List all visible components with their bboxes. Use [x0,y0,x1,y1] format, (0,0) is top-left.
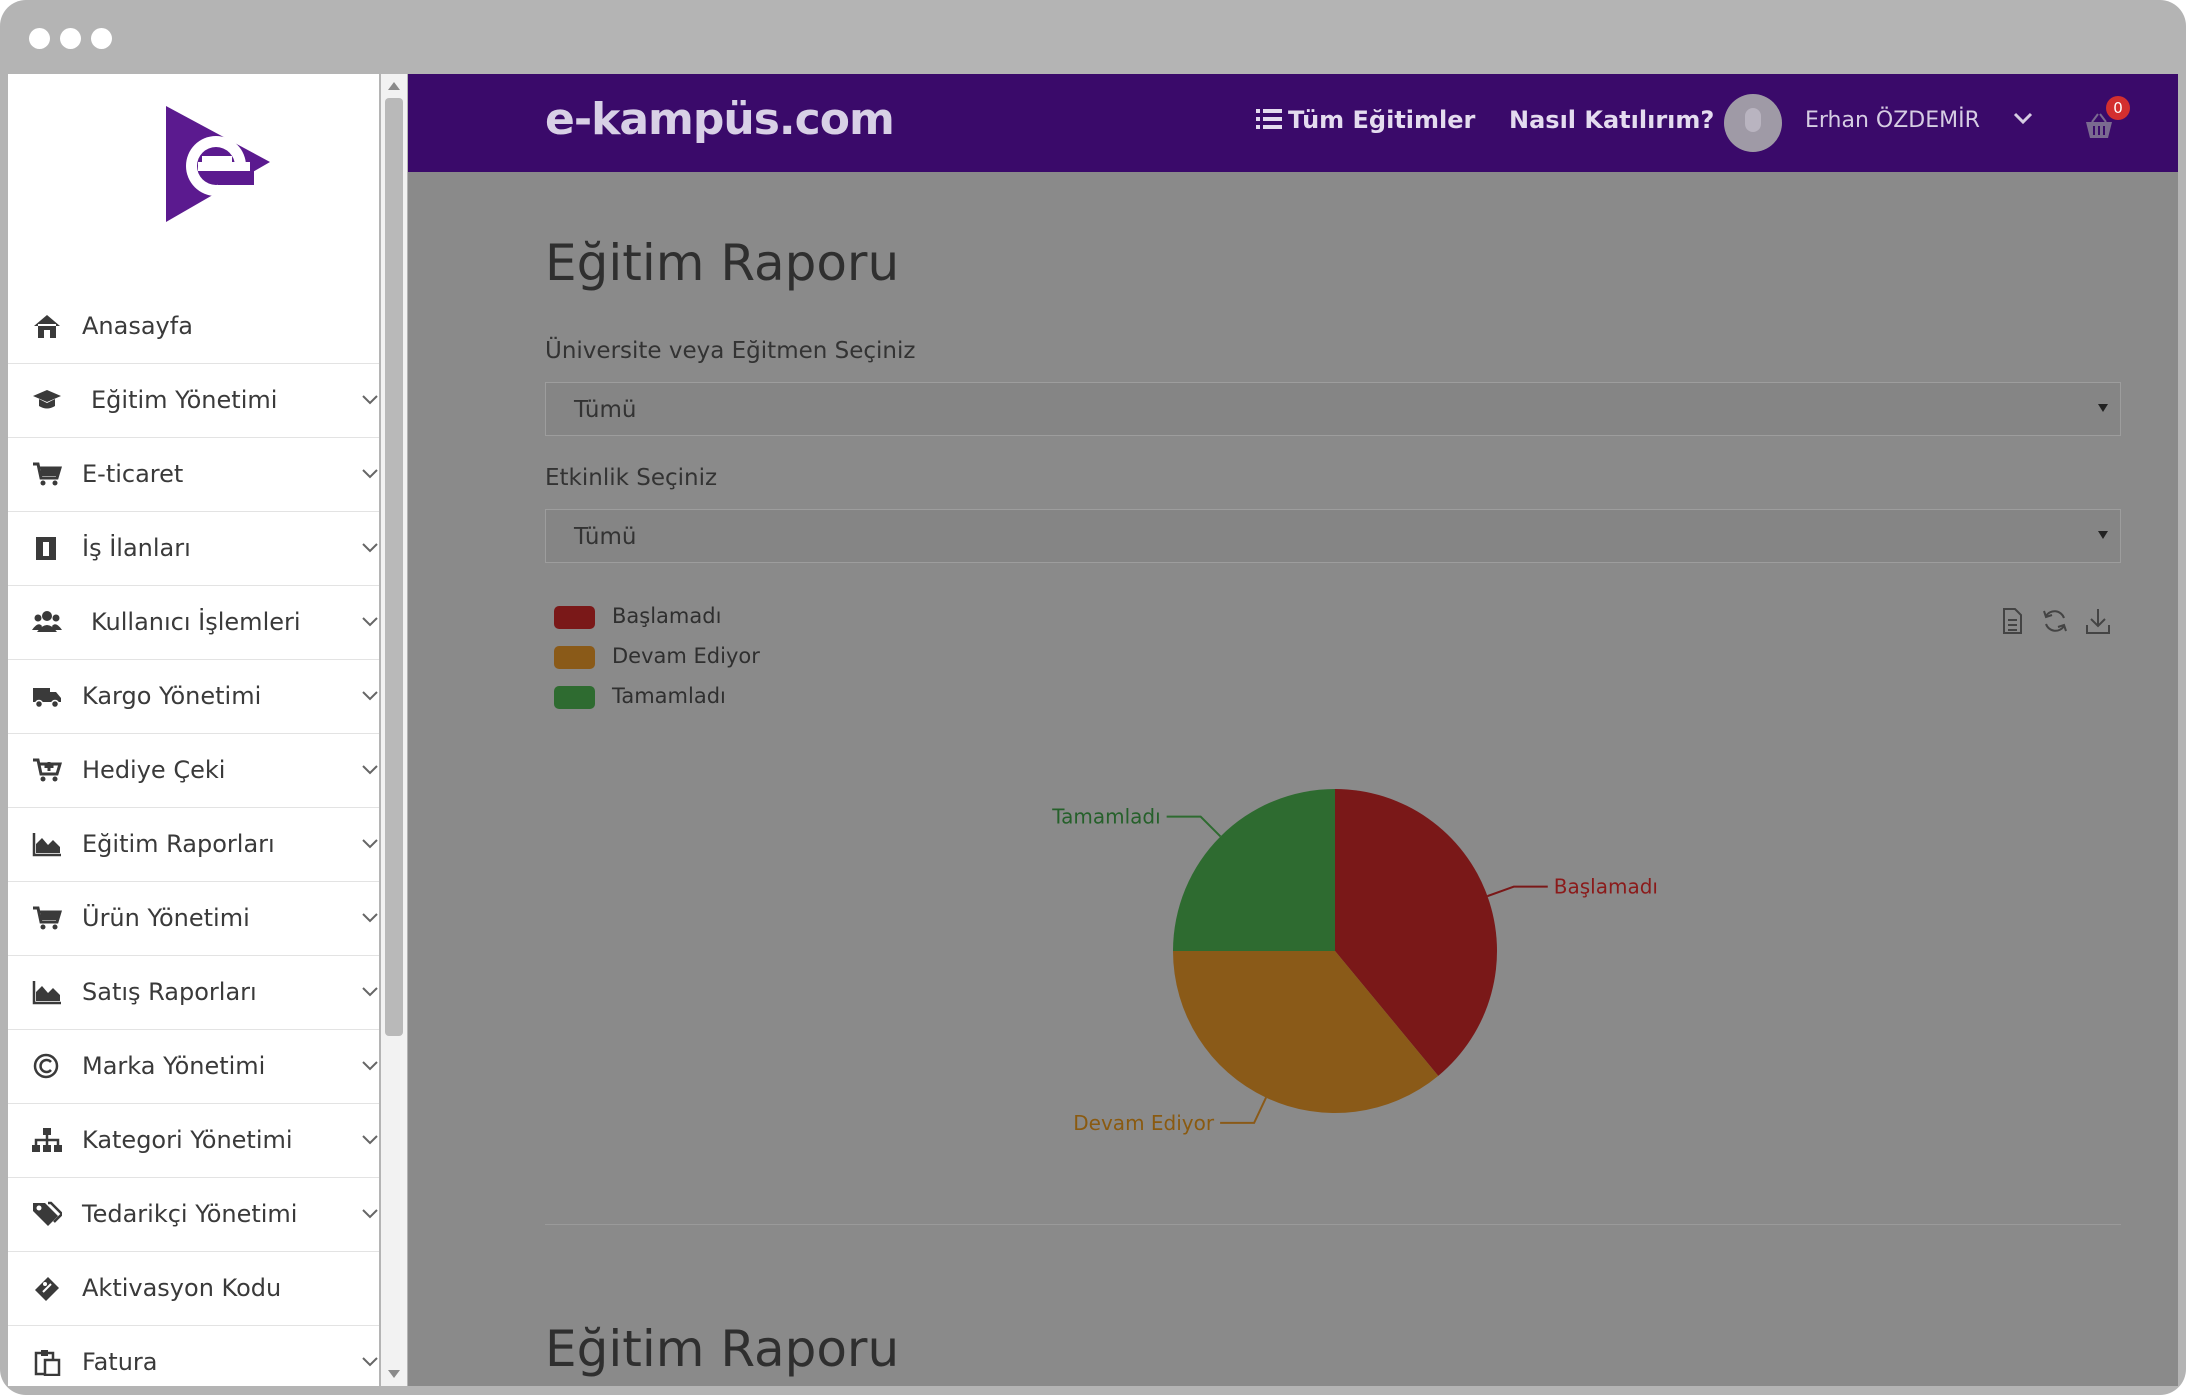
sidebar-item-label: Ürün Yönetimi [82,904,250,932]
label-line [1220,1097,1267,1124]
clipboard-icon [34,1350,61,1376]
chevron-down-icon[interactable] [2013,112,2033,126]
sidebar-item[interactable]: Kategori Yönetimi [8,1104,379,1178]
sidebar-item[interactable]: Satış Raporları [8,956,379,1030]
sidebar-item[interactable]: Kullanıcı İşlemleri [8,586,379,660]
chevron-down-icon[interactable] [362,542,378,554]
sidebar-scrollbar[interactable] [381,74,407,1386]
label-line [1487,885,1548,898]
sidebar-item[interactable]: Fatura [8,1326,379,1386]
truck-icon [33,688,61,709]
chevron-down-icon[interactable] [362,838,378,850]
chevron-down-icon[interactable] [362,912,378,924]
window-dot[interactable] [91,28,112,49]
list-icon [1256,109,1282,129]
chevron-down-icon[interactable] [362,394,378,406]
slice-label: Devam Ediyor [1073,1111,1215,1135]
sidebar-item[interactable]: İş İlanları [8,512,379,586]
sidebar-item-label: Eğitim Raporları [82,830,275,858]
chevron-down-icon[interactable] [362,764,378,776]
sidebar-item[interactable]: Eğitim Yönetimi [8,364,379,438]
ticket-icon [35,1277,59,1301]
browser-window: Anasayfa Eğitim Yönetimi E-ticaret İş İlanl… [0,0,2186,1395]
chevron-down-icon[interactable] [362,1208,378,1220]
chevron-down-icon[interactable] [362,1134,378,1146]
sidebar-item[interactable]: Anasayfa [8,290,379,364]
sidebar-item-label: Hediye Çeki [82,756,226,784]
window-titlebar [0,0,2186,74]
chevron-down-icon[interactable] [362,616,378,628]
sidebar-item[interactable]: Ürün Yönetimi [8,882,379,956]
sidebar-nav: Anasayfa Eğitim Yönetimi E-ticaret İş İlanl… [8,290,379,1386]
chevron-down-icon[interactable] [362,690,378,702]
top-navbar: e-kampüs.com Tüm Eğitimler Nasıl Katılır… [408,74,2178,172]
chevron-down-icon[interactable] [362,468,378,480]
window-dot[interactable] [60,28,81,49]
sidebar-item-label: Aktivasyon Kodu [82,1274,282,1302]
sidebar-item-label: Tedarikçi Yönetimi [82,1200,298,1228]
how-to-join-link[interactable]: Nasıl Katılırım? [1509,106,1714,134]
chevron-down-icon[interactable] [362,1356,378,1368]
cart-count-badge: 0 [2106,96,2130,120]
sidebar-item[interactable]: Kargo Yönetimi [8,660,379,734]
sidebar: Anasayfa Eğitim Yönetimi E-ticaret İş İlanl… [8,74,379,1386]
id-badge-icon [36,537,56,560]
sidebar-item-label: Satış Raporları [82,978,257,1006]
divider [545,1224,2121,1225]
all-courses-link[interactable]: Tüm Eğitimler [1288,106,1475,134]
area-chart-icon [32,981,61,1005]
main-content: Eğitim Raporu Üniversite veya Eğitmen Se… [408,172,2178,1386]
graduation-cap-icon [33,390,61,409]
brand-name[interactable]: e-kampüs.com [545,94,895,145]
sidebar-item-label: Anasayfa [82,312,193,340]
shopping-cart-icon [33,462,62,486]
second-page-title: Eğitim Raporu [545,1320,900,1378]
scroll-down-icon[interactable] [388,1370,400,1378]
slice-label: Başlamadı [1554,875,1658,899]
shopping-cart-icon [33,906,62,930]
sidebar-item[interactable]: Aktivasyon Kodu [8,1252,379,1326]
sidebar-item[interactable]: E-ticaret [8,438,379,512]
window-dot[interactable] [29,28,50,49]
sidebar-item[interactable]: Eğitim Raporları [8,808,379,882]
copyright-icon [33,1053,59,1079]
sidebar-item-label: Kullanıcı İşlemleri [91,608,301,636]
area-chart-icon [32,833,61,857]
sitemap-icon [32,1128,62,1152]
slice-label: Tamamladı [1051,805,1160,829]
sidebar-item-label: Eğitim Yönetimi [91,386,278,414]
scroll-up-icon[interactable] [388,82,400,90]
pie-chart: Başlamadı Devam Ediyor Tamamladı [1051,789,1658,1135]
username[interactable]: Erhan ÖZDEMİR [1805,108,1980,133]
scrollbar-thumb[interactable] [385,98,403,1036]
sidebar-item-label: Fatura [82,1348,158,1376]
tags-icon [33,1201,62,1226]
sidebar-item-label: Marka Yönetimi [82,1052,266,1080]
sidebar-item[interactable]: Tedarikçi Yönetimi [8,1178,379,1252]
users-icon [32,611,62,632]
sidebar-item[interactable]: Marka Yönetimi [8,1030,379,1104]
pie-slice[interactable] [1173,789,1335,951]
sidebar-item-label: İş İlanları [82,534,191,562]
sidebar-item-label: Kargo Yönetimi [82,682,262,710]
sidebar-item-label: Kategori Yönetimi [82,1126,293,1154]
sidebar-item[interactable]: Hediye Çeki [8,734,379,808]
avatar[interactable] [1724,94,1782,152]
chevron-down-icon[interactable] [362,1060,378,1072]
logo-icon[interactable] [158,104,278,224]
label-line [1166,815,1222,838]
home-icon [34,315,60,338]
sidebar-item-label: E-ticaret [82,460,184,488]
chevron-down-icon[interactable] [362,986,378,998]
cart-plus-icon [33,758,62,782]
